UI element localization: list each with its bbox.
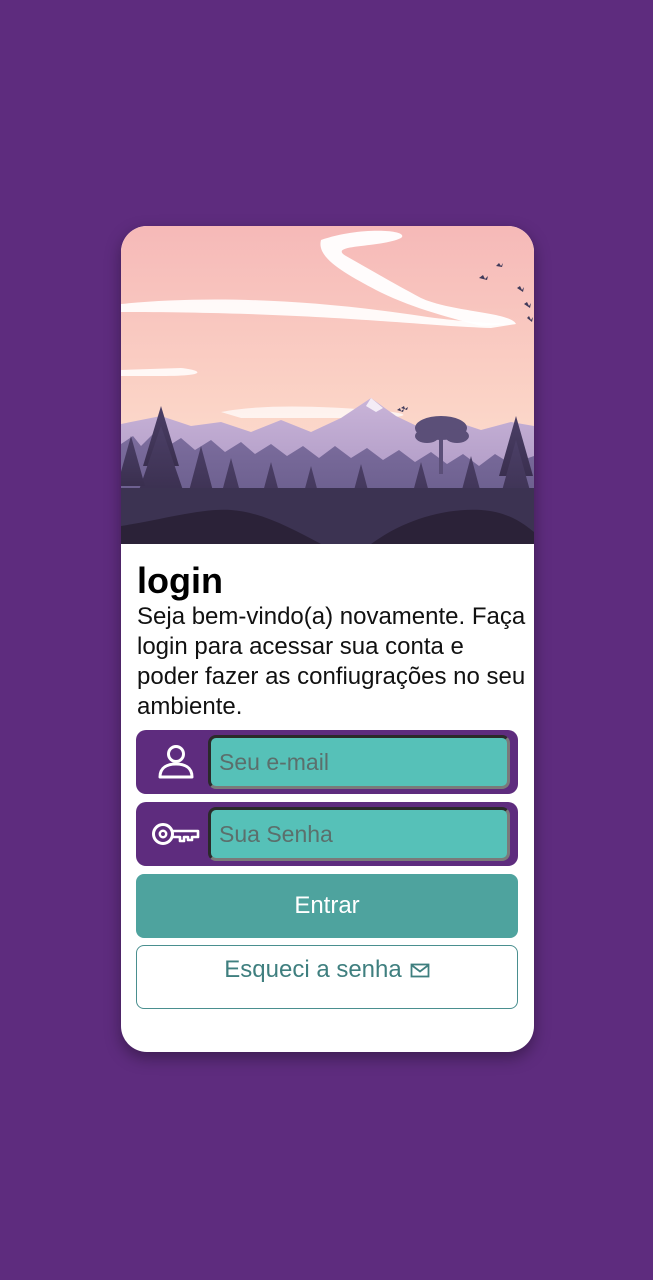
key-icon: [150, 814, 202, 854]
welcome-message: Seja bem-vindo(a) novamente. Faça login …: [137, 603, 526, 720]
forgot-password-button[interactable]: Esqueci a senha: [136, 945, 518, 1009]
user-icon: [150, 742, 202, 782]
password-input[interactable]: [208, 807, 510, 861]
hero-landscape-image: [121, 226, 534, 544]
login-card: login Seja bem-vindo(a) novamente. Faça …: [121, 226, 534, 1052]
password-field-group: [136, 802, 518, 866]
email-field-group: [136, 730, 518, 794]
mail-icon: [410, 958, 430, 986]
page-title: login: [137, 560, 223, 601]
email-input[interactable]: [208, 735, 510, 789]
login-button[interactable]: Entrar: [136, 874, 518, 938]
forgot-password-label: Esqueci a senha: [224, 956, 402, 983]
